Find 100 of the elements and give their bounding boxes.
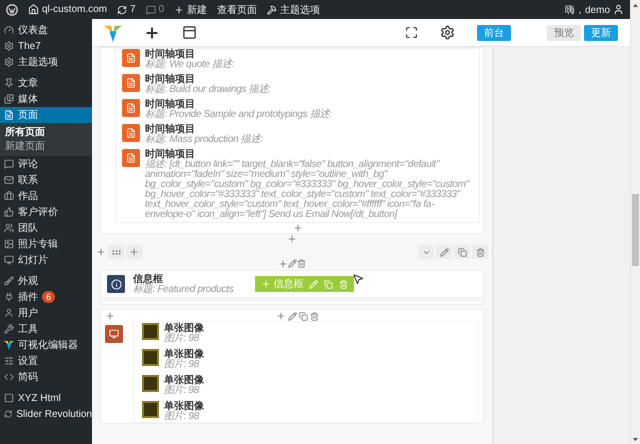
item-title: 时间轴项目	[145, 149, 195, 160]
sidebar-item[interactable]: 用户	[0, 305, 92, 321]
sidebar-item[interactable]: The7	[0, 38, 92, 54]
item-title: 时间轴项目	[145, 124, 195, 135]
user-icon[interactable]	[613, 4, 624, 15]
dropdown-button[interactable]	[418, 245, 434, 259]
add-button[interactable]	[126, 245, 142, 259]
scrollbar-thumb[interactable]	[632, 194, 639, 266]
sidebar-item[interactable]: 评论	[0, 156, 92, 172]
submenu-item[interactable]: 所有页面	[0, 125, 92, 139]
item-title: 单张图像	[164, 323, 204, 334]
logo-icon	[4, 340, 14, 350]
sidebar-item[interactable]: 设置	[0, 353, 92, 369]
home-icon[interactable]	[28, 4, 39, 15]
brush-icon	[4, 276, 14, 286]
user-icon	[4, 308, 14, 318]
settings-icon[interactable]	[440, 25, 455, 40]
delete-icon[interactable]	[297, 259, 306, 268]
copy-button[interactable]	[454, 245, 470, 259]
edit-icon[interactable]	[288, 312, 296, 320]
preview-button[interactable]: 预览	[547, 24, 581, 40]
sidebar-item[interactable]: 团队	[0, 220, 92, 236]
sidebar-item[interactable]: 文章	[0, 75, 92, 91]
sidebar-item[interactable]: 主题选项	[0, 54, 92, 70]
item-subtitle: 图片: 98	[164, 386, 200, 396]
sidebar-item[interactable]: 客户评价	[0, 204, 92, 220]
plus-icon	[129, 247, 139, 257]
comment-icon[interactable]	[146, 4, 156, 14]
comment-icon	[4, 159, 14, 169]
refresh-icon	[4, 409, 12, 419]
pencil-icon	[440, 248, 448, 256]
logo-icon	[104, 24, 122, 42]
add-icon[interactable]	[278, 259, 288, 269]
thumbs-up-icon	[4, 207, 14, 217]
item-subtitle: 标题: Featured products	[133, 284, 234, 294]
image-thumbnail	[142, 375, 159, 392]
add-icon[interactable]	[96, 247, 106, 257]
copy-icon[interactable]	[298, 312, 308, 320]
copy-icon	[458, 248, 466, 256]
item-subtitle: 标题: Provide Sample and prototypings 描述:	[145, 110, 332, 120]
item-subtitle: 描述: [dt_button link="" target_blank="false" button_alignment="default" animation="fadeIn" size="medium" style="outline_with_bg" bg_color_style="custom" bg_color="#333333" bg_hover_color_style="custom" bg_hover_color="#333333" text_color_style="custom" text_color="#333333" text_hover_color_style="custom" text_hover_color="#ffffff" icon="fa fa-envelope-o" icon_align="left"] Send us Email Now[/dt_button]	[145, 160, 471, 220]
users-icon	[4, 223, 14, 233]
greeting-link[interactable]: 嗨，demo	[564, 2, 610, 16]
refresh-icon[interactable]	[117, 4, 128, 14]
add-icon[interactable]	[105, 311, 115, 321]
sidebar-item[interactable]: 仪表盘	[0, 22, 92, 38]
sidebar-item[interactable]: 页面	[0, 107, 92, 123]
tools-icon[interactable]	[267, 4, 278, 14]
up-arrow-icon[interactable]	[633, 4, 638, 6]
sidebar-item[interactable]: 联系	[0, 172, 92, 188]
view-page-link[interactable]: 查看页面	[217, 2, 258, 16]
item-subtitle: 标题: We quote 描述:	[145, 60, 234, 70]
item-subtitle: 标题: Mass production 描述:	[145, 135, 263, 145]
plus-icon	[261, 279, 272, 289]
edit-icon[interactable]	[288, 259, 297, 268]
add-icon[interactable]	[287, 234, 297, 244]
sidebar-item[interactable]: 作品	[0, 188, 92, 204]
sidebar-item[interactable]: XYZ Html	[0, 390, 92, 406]
delete-icon[interactable]	[310, 312, 318, 320]
down-arrow-icon[interactable]	[633, 438, 638, 440]
add-icon[interactable]	[276, 311, 286, 321]
drag-handle[interactable]	[108, 245, 124, 259]
sidebar-item[interactable]: 幻灯片	[0, 252, 92, 268]
gear-icon	[4, 41, 14, 51]
plus-icon[interactable]	[174, 4, 184, 14]
trash-icon	[476, 248, 484, 256]
images-icon	[4, 94, 14, 104]
info-icon	[107, 275, 125, 293]
item-title: 单张图像	[164, 349, 204, 360]
delete-button[interactable]	[472, 245, 488, 259]
theme-options-link[interactable]: 主题选项	[280, 2, 320, 16]
item-title: 单张图像	[164, 375, 204, 386]
sidebar-item[interactable]: 插件 6	[0, 289, 92, 305]
add-icon[interactable]	[292, 223, 302, 233]
item-title: 时间轴项目	[145, 74, 196, 85]
add-element-icon[interactable]	[144, 24, 160, 40]
sidebar-item[interactable]: 工具	[0, 321, 92, 337]
edit-button[interactable]	[436, 245, 452, 259]
logo-icon	[6, 4, 18, 16]
new-link[interactable]: 新建	[187, 2, 208, 16]
sidebar-item[interactable]: 媒体	[0, 91, 92, 107]
item-title: 信息框	[133, 274, 164, 284]
plug-icon	[4, 292, 14, 302]
square-icon	[4, 393, 14, 403]
sidebar-item[interactable]: 可视化编辑器	[0, 337, 92, 353]
monitor-icon	[4, 255, 14, 265]
sidebar-item[interactable]: Slider Revolution	[0, 406, 92, 422]
item-subtitle: 图片: 98	[164, 412, 200, 422]
image-thumbnail	[142, 323, 159, 340]
sidebar-item[interactable]: 简码	[0, 369, 92, 385]
fullscreen-icon[interactable]	[405, 26, 418, 39]
sidebar-item[interactable]: 外观	[0, 273, 92, 289]
item-title: 时间轴项目	[145, 49, 196, 60]
submenu-item[interactable]: 新建页面	[0, 139, 92, 153]
sidebar-item[interactable]: 照片专辑	[0, 236, 92, 252]
image-icon	[4, 239, 14, 249]
image-thumbnail	[142, 401, 159, 418]
gear-icon	[4, 57, 14, 67]
site-link[interactable]: ql-custom.com	[42, 4, 108, 15]
item-subtitle: 图片: 98	[164, 360, 200, 370]
